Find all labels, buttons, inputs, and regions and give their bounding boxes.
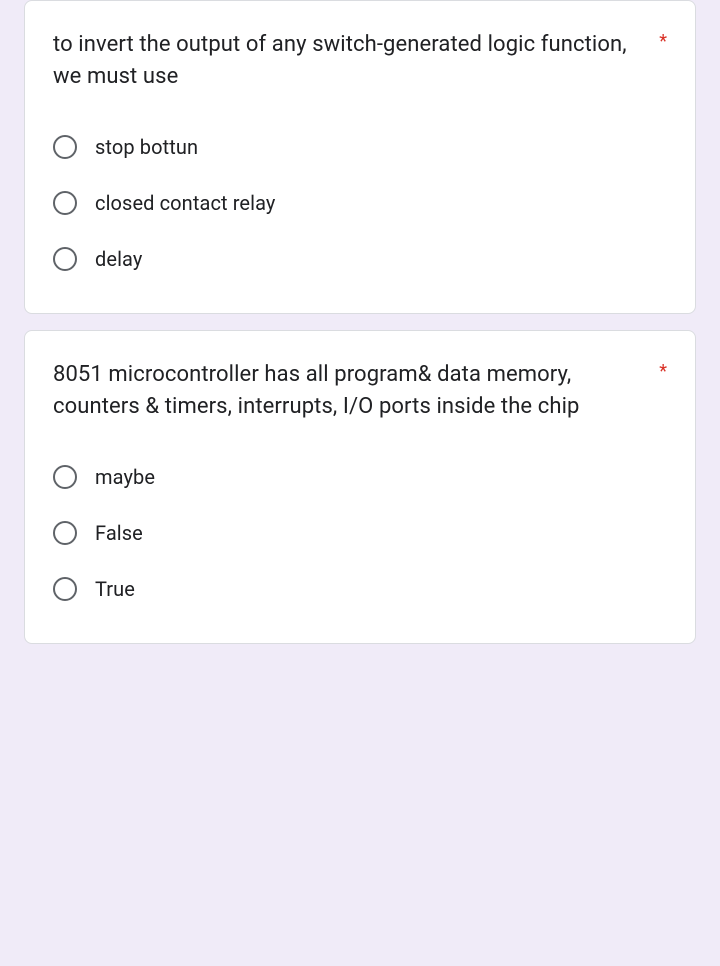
option-row-stop-bottun[interactable]: stop bottun: [53, 125, 667, 169]
option-row-delay[interactable]: delay: [53, 237, 667, 281]
question-header: 8051 microcontroller has all program& da…: [53, 359, 667, 423]
option-row-maybe[interactable]: maybe: [53, 455, 667, 499]
option-label: stop bottun: [95, 135, 198, 159]
radio-icon: [53, 577, 77, 601]
options-container: maybe False True: [53, 455, 667, 611]
option-label: maybe: [95, 465, 155, 489]
radio-icon: [53, 247, 77, 271]
question-header: to invert the output of any switch-gener…: [53, 29, 667, 93]
option-label: closed contact relay: [95, 191, 275, 215]
options-container: stop bottun closed contact relay delay: [53, 125, 667, 281]
option-row-true[interactable]: True: [53, 567, 667, 611]
option-label: False: [95, 521, 143, 545]
option-row-closed-contact-relay[interactable]: closed contact relay: [53, 181, 667, 225]
option-label: True: [95, 577, 135, 601]
option-row-false[interactable]: False: [53, 511, 667, 555]
required-asterisk-icon: *: [659, 29, 667, 52]
radio-icon: [53, 135, 77, 159]
radio-icon: [53, 191, 77, 215]
required-asterisk-icon: *: [659, 359, 667, 382]
question-card-1: to invert the output of any switch-gener…: [24, 0, 696, 314]
radio-icon: [53, 521, 77, 545]
question-card-2: 8051 microcontroller has all program& da…: [24, 330, 696, 644]
question-text: to invert the output of any switch-gener…: [53, 29, 659, 93]
radio-icon: [53, 465, 77, 489]
option-label: delay: [95, 247, 142, 271]
question-text: 8051 microcontroller has all program& da…: [53, 359, 659, 423]
